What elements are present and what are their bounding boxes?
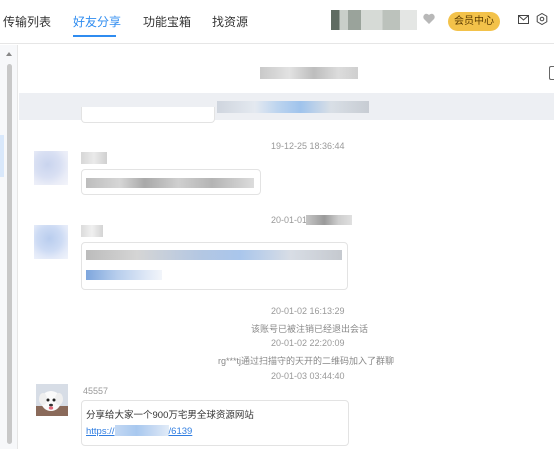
vip-center-button[interactable]: 会员中心: [448, 12, 500, 31]
message-link[interactable]: https:// /6139: [86, 425, 192, 437]
timestamp: 20-01-02 22:20:09: [271, 338, 345, 348]
message-text-redacted: [86, 178, 254, 188]
avatar[interactable]: [34, 225, 68, 259]
selected-conversation-marker[interactable]: [0, 135, 4, 177]
link-domain-redacted[interactable]: [114, 425, 169, 436]
scrollbar-thumb[interactable]: [7, 64, 12, 444]
message-link-redacted[interactable]: [86, 270, 162, 280]
timestamp-time-redacted: [306, 215, 352, 225]
system-notice: 该账号已被注销已经退出会话: [251, 324, 369, 334]
timestamp: 20-01-03 03:44:40: [271, 371, 345, 381]
timestamp: 19-12-25 18:36:44: [271, 141, 345, 151]
message-bubble: [81, 169, 261, 195]
tab-toolbox[interactable]: 功能宝箱: [143, 13, 191, 30]
panel-icon[interactable]: [549, 66, 554, 80]
sender-name-redacted: [81, 225, 103, 237]
tab-find-resources[interactable]: 找资源: [212, 13, 248, 30]
message-bubble: 分享给大家一个900万宅男全球资源网站 https:// /6139: [81, 400, 349, 446]
chat-title-redacted: [260, 67, 358, 79]
tab-friend-share[interactable]: 好友分享: [73, 13, 121, 30]
user-name-redacted[interactable]: [331, 10, 417, 30]
link-prefix[interactable]: https://: [86, 426, 115, 437]
timestamp: 20-01-02 16:13:29: [271, 306, 345, 316]
timestamp: 20-01-01: [271, 215, 308, 225]
tab-transfer-list[interactable]: 传输列表: [3, 13, 51, 30]
active-tab-indicator: [73, 35, 116, 37]
message-text-redacted: [86, 250, 342, 260]
mail-icon[interactable]: [518, 15, 529, 24]
message-bubble: [81, 242, 348, 290]
heart-icon[interactable]: [422, 12, 436, 26]
previous-message-bubble: [81, 107, 215, 123]
avatar[interactable]: [36, 384, 68, 416]
scroll-up-icon[interactable]: [6, 52, 12, 56]
top-nav-bar: 传输列表 好友分享 功能宝箱 找资源 会员中心: [0, 0, 554, 44]
settings-icon[interactable]: [536, 13, 548, 25]
link-suffix[interactable]: /6139: [169, 426, 193, 437]
notice-text-redacted: [217, 101, 369, 113]
dog-avatar-icon: [36, 384, 68, 416]
sender-name-redacted: [81, 152, 107, 164]
avatar[interactable]: [34, 151, 68, 185]
message-text: 分享给大家一个900万宅男全球资源网站: [86, 410, 254, 421]
sender-name: 45557: [83, 386, 109, 396]
chat-panel: 19-12-25 18:36:44 20-01-01 20-01-02 16:1…: [19, 45, 554, 449]
system-notice: rg***tj通过扫描守的天开的二维码加入了群聊: [218, 356, 395, 366]
